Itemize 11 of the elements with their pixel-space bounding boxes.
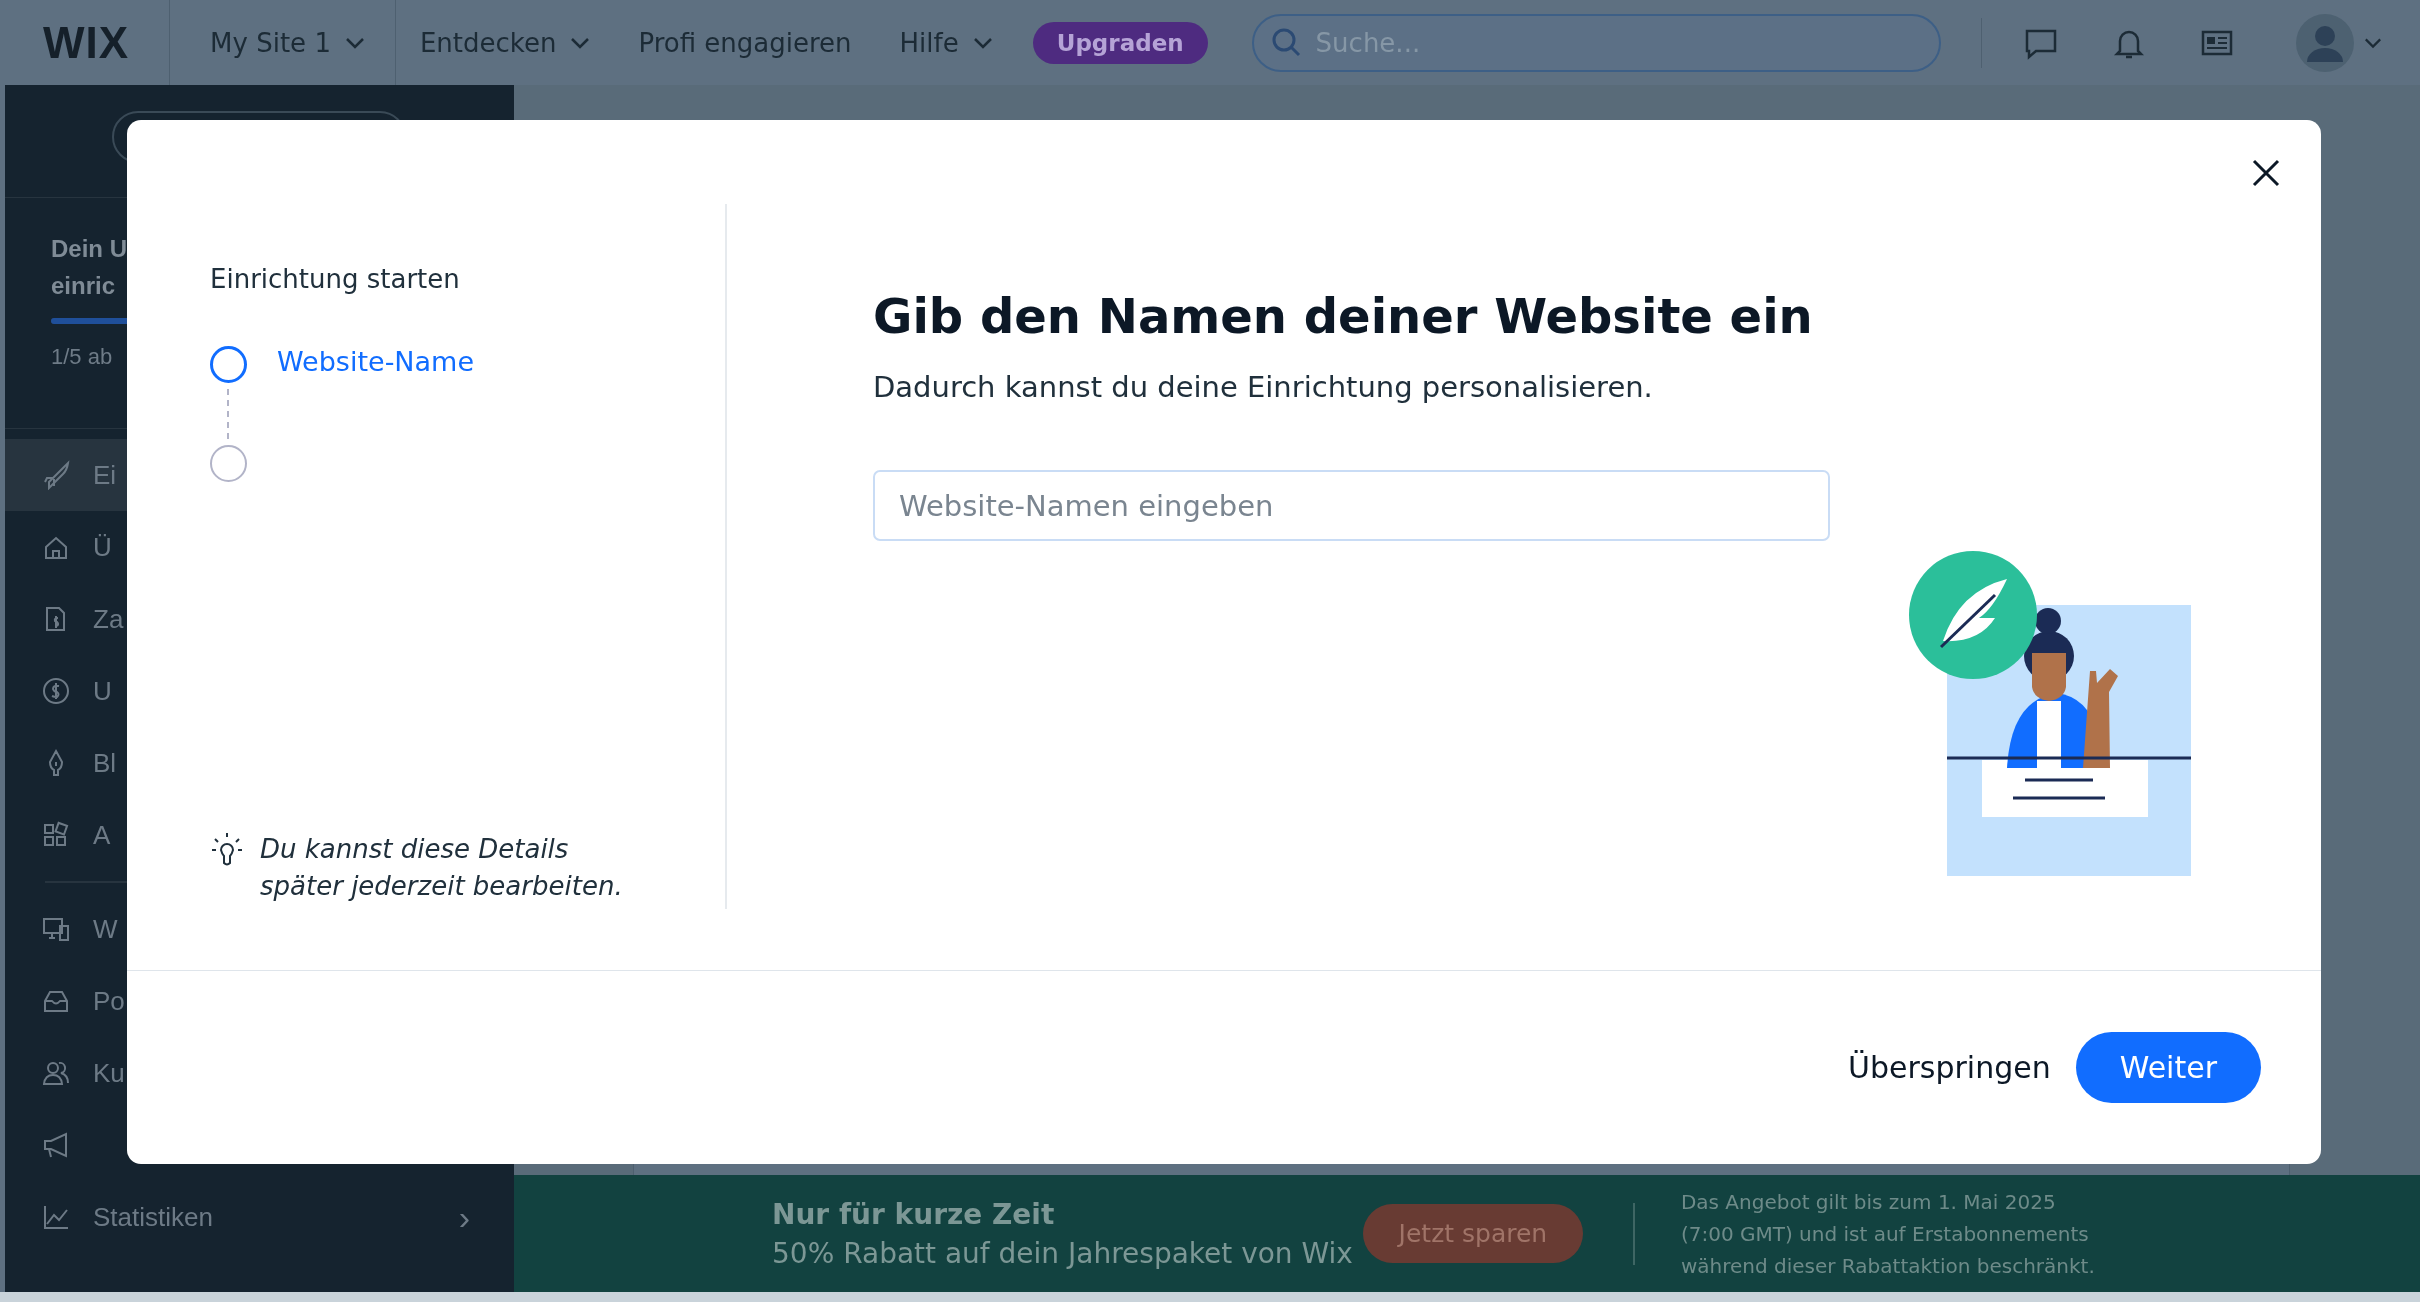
steps-title: Einrichtung starten xyxy=(210,264,461,294)
dialog-title: Gib den Namen deiner Website ein xyxy=(873,288,1814,344)
setup-title: einric xyxy=(51,271,116,301)
tip-text: Du kannst diese Details später jederzeit bearbeiten. xyxy=(260,833,624,903)
setup-title: Dein U xyxy=(51,234,127,264)
promo-note: Das Angebot gilt bis zum 1. Mai 2025 (7:00 GMT) und ist auf Erstabonnements während dieser Rabattaktion beschränkt. xyxy=(1680,1188,2096,1280)
chevron-icon: › xyxy=(458,1200,470,1234)
promo-title: Nur für kurze Zeit xyxy=(772,1197,1056,1231)
dialog-subtitle: Dadurch kannst du deine Einrichtung personalisieren. xyxy=(873,370,1654,404)
progress-text: 1/5 ab xyxy=(51,344,113,370)
promo-text: 50% Rabatt auf dein Jahrespaket von Wix xyxy=(772,1236,1353,1270)
